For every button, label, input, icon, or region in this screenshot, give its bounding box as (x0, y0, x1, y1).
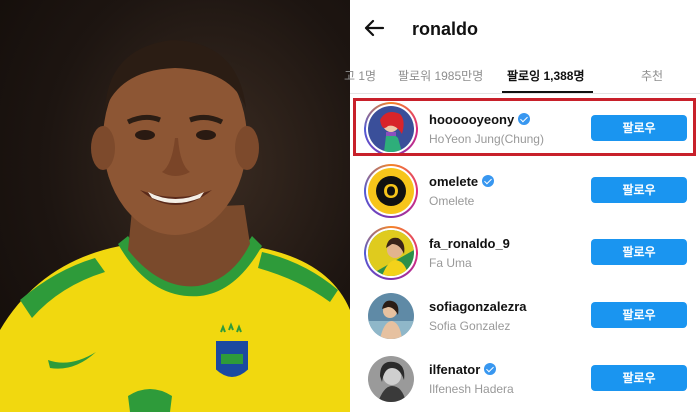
tab-posts[interactable]: 고 1명 (344, 67, 376, 84)
active-tab-indicator (502, 91, 593, 93)
tab-suggested[interactable]: 추천 (641, 67, 663, 84)
follow-button[interactable]: 팔로우 (591, 302, 687, 328)
list-item[interactable]: sofiagonzalezra Sofia Gonzalez 팔로우 (350, 286, 700, 348)
avatar-ring (364, 289, 418, 343)
svg-text:O: O (383, 181, 399, 203)
verified-badge-icon (482, 175, 495, 187)
fan-avatar (368, 230, 414, 276)
tab-following[interactable]: 팔로잉 1,388명 (507, 67, 585, 84)
back-arrow-icon[interactable] (362, 16, 386, 40)
avatar-ring: O (364, 164, 418, 218)
avatar-ring (364, 352, 418, 406)
verified-badge-icon (484, 363, 497, 375)
sofia-avatar (368, 293, 414, 339)
avatar-ring (364, 226, 418, 280)
tab-bar: 고 1명 팔로워 1985만명 팔로잉 1,388명 추천 (344, 56, 700, 94)
profile-username: ronaldo (412, 19, 478, 39)
follow-button[interactable]: 팔로우 (591, 239, 687, 265)
bw-portrait-avatar (368, 356, 414, 402)
list-item[interactable]: ilfenator Ilfenesh Hadera 팔로우 (350, 349, 700, 411)
top-bar: ronaldo (350, 0, 700, 56)
username-label[interactable]: sofiagonzalezra (429, 299, 527, 314)
full-name: Omelete (429, 194, 475, 208)
follow-button[interactable]: 팔로우 (591, 365, 687, 391)
o-logo-avatar: O (368, 168, 414, 214)
follow-button[interactable]: 팔로우 (591, 177, 687, 203)
following-screen: ronaldo 고 1명 팔로워 1985만명 팔로잉 1,388명 추천 ho… (344, 0, 700, 412)
full-name: Fa Uma (429, 256, 472, 270)
highlight-box (353, 98, 696, 156)
tab-followers[interactable]: 팔로워 1985만명 (398, 67, 483, 84)
username-label[interactable]: ilfenator (429, 362, 480, 377)
list-item[interactable]: fa_ronaldo_9 Fa Uma 팔로우 (350, 223, 700, 285)
username-label[interactable]: omelete (429, 174, 478, 189)
full-name: Ilfenesh Hadera (429, 382, 514, 396)
list-item[interactable]: O omelete Omelete 팔로우 (350, 161, 700, 223)
full-name: Sofia Gonzalez (429, 319, 511, 333)
player-photo (0, 0, 350, 412)
username-label[interactable]: fa_ronaldo_9 (429, 236, 510, 251)
